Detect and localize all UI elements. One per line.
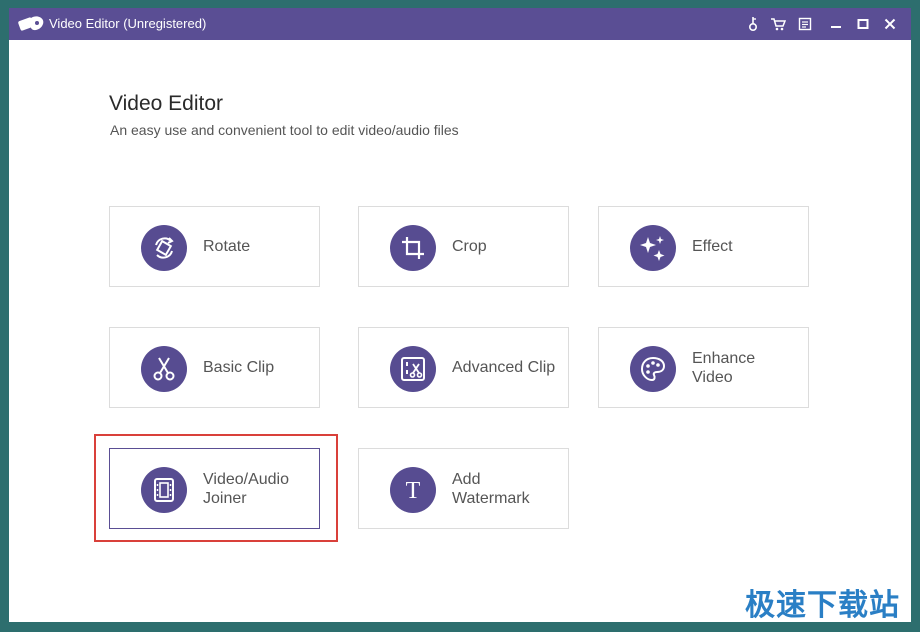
tool-card-enhance-video[interactable]: Enhance Video bbox=[598, 327, 809, 408]
sparkle-icon bbox=[630, 225, 676, 271]
cart-icon[interactable] bbox=[768, 14, 788, 34]
window-title: Video Editor (Unregistered) bbox=[49, 16, 207, 31]
key-icon[interactable] bbox=[743, 14, 763, 34]
tool-card-rotate[interactable]: Rotate bbox=[109, 206, 320, 287]
crop-icon bbox=[390, 225, 436, 271]
page-title: Video Editor bbox=[109, 92, 224, 115]
app-window: Video Editor (Unregistered) Video Editor… bbox=[9, 8, 911, 622]
maximize-icon[interactable] bbox=[853, 14, 873, 34]
svg-text:T: T bbox=[406, 478, 421, 504]
tool-label: Enhance Video bbox=[692, 349, 756, 386]
text-t-icon: T bbox=[390, 467, 436, 513]
page-subtitle: An easy use and convenient tool to edit … bbox=[110, 122, 459, 138]
tool-card-effect[interactable]: Effect bbox=[598, 206, 809, 287]
film-joiner-icon bbox=[141, 467, 187, 513]
tool-label: Video/Audio Joiner bbox=[203, 470, 289, 507]
close-icon[interactable] bbox=[880, 14, 900, 34]
palette-icon bbox=[630, 346, 676, 392]
title-bar: Video Editor (Unregistered) bbox=[9, 8, 911, 40]
tool-label: Advanced Clip bbox=[452, 359, 556, 376]
tool-card-add-watermark[interactable]: T Add Watermark bbox=[358, 448, 569, 529]
tool-label: Effect bbox=[692, 238, 733, 255]
tool-card-advanced-clip[interactable]: Advanced Clip bbox=[358, 327, 569, 408]
tool-label: Rotate bbox=[203, 238, 251, 255]
tool-label: Add Watermark bbox=[452, 470, 530, 507]
tool-label: Crop bbox=[452, 238, 487, 255]
site-watermark: 极速下载站 bbox=[745, 588, 900, 623]
tool-card-video-audio-joiner[interactable]: Video/Audio Joiner bbox=[109, 448, 320, 529]
tool-card-basic-clip[interactable]: Basic Clip bbox=[109, 327, 320, 408]
minimize-icon[interactable] bbox=[826, 14, 846, 34]
tool-label: Basic Clip bbox=[203, 359, 275, 376]
scissors-icon bbox=[141, 346, 187, 392]
advanced-clip-icon bbox=[390, 346, 436, 392]
rotate-icon bbox=[141, 225, 187, 271]
feedback-icon[interactable] bbox=[795, 14, 815, 34]
app-logo-icon bbox=[17, 14, 47, 34]
tool-card-crop[interactable]: Crop bbox=[358, 206, 569, 287]
